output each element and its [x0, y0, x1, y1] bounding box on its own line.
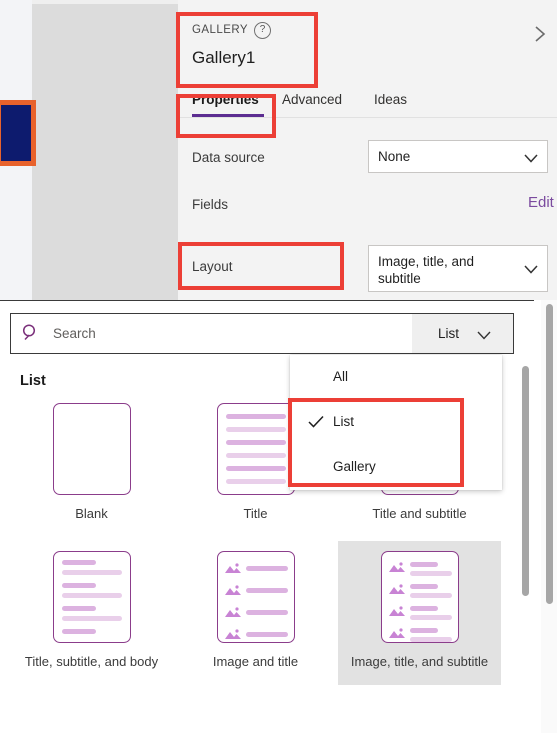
- menu-item-label: Gallery: [333, 459, 376, 474]
- image-icon: [389, 583, 405, 597]
- chevron-down-icon: [523, 151, 539, 169]
- checkmark-icon: [308, 415, 324, 432]
- layout-card-image-title-subtitle[interactable]: Image, title, and subtitle: [338, 541, 501, 685]
- menu-item-all[interactable]: All: [290, 355, 502, 400]
- data-source-value: None: [378, 149, 411, 164]
- tab-properties[interactable]: Properties: [192, 92, 259, 115]
- layout-card-caption: Blank: [75, 506, 108, 521]
- menu-item-gallery[interactable]: Gallery: [290, 445, 502, 490]
- layout-thumbnail: [53, 403, 131, 495]
- layout-dropdown[interactable]: Image, title, and subtitle: [368, 245, 548, 292]
- page-scrollbar-thumb[interactable]: [546, 304, 553, 604]
- question-mark-icon[interactable]: ?: [254, 22, 271, 39]
- layout-card-caption: Image, title, and subtitle: [350, 654, 489, 669]
- fields-edit-link[interactable]: Edit: [528, 194, 554, 211]
- layout-card-blank[interactable]: Blank: [10, 393, 173, 537]
- layout-card-caption: Title, subtitle, and body: [24, 654, 159, 669]
- page-title: Gallery1: [192, 48, 256, 67]
- filter-dropdown-label: List: [438, 326, 460, 341]
- search-icon: [21, 323, 41, 348]
- properties-panel: GALLERY ? Gallery1 Properties Advanced I…: [178, 0, 557, 300]
- tab-advanced[interactable]: Advanced: [282, 92, 342, 115]
- layout-group-heading: List: [20, 373, 46, 389]
- search-row: Search List: [10, 313, 514, 354]
- layout-thumbnail: [217, 403, 295, 495]
- search-input[interactable]: Search: [53, 326, 96, 341]
- layout-card-title-subtitle-body[interactable]: Title, subtitle, and body: [10, 541, 173, 685]
- canvas-screen-area: [32, 4, 178, 300]
- panel-kicker: GALLERY: [192, 24, 248, 36]
- selected-canvas-control[interactable]: [0, 100, 36, 166]
- menu-item-list[interactable]: List: [290, 400, 502, 445]
- image-icon: [225, 606, 241, 620]
- layout-thumbnail: [381, 551, 459, 643]
- layout-thumbnail: [53, 551, 131, 643]
- chevron-right-icon[interactable]: [530, 24, 550, 44]
- filter-dropdown-button[interactable]: List: [412, 314, 513, 353]
- data-source-dropdown[interactable]: None: [368, 140, 548, 173]
- panel-header: GALLERY ? Gallery1: [178, 0, 557, 88]
- filter-dropdown-menu: All List Gallery: [290, 355, 502, 490]
- layout-value: Image, title, and subtitle: [378, 254, 475, 286]
- chevron-down-icon: [523, 262, 539, 280]
- image-icon: [389, 605, 405, 619]
- chevron-down-icon: [476, 328, 492, 346]
- data-source-label: Data source: [192, 150, 265, 165]
- menu-item-label: All: [333, 369, 349, 384]
- image-icon: [225, 562, 241, 576]
- layout-card-caption: Image and title: [212, 654, 299, 669]
- layout-card-caption: Title: [243, 506, 268, 521]
- tab-ideas[interactable]: Ideas: [374, 92, 407, 115]
- panel-tabs: Properties Advanced Ideas: [178, 92, 557, 128]
- layout-card-caption: Title and subtitle: [372, 506, 467, 521]
- image-icon: [225, 628, 241, 642]
- layout-thumbnail: [217, 551, 295, 643]
- image-icon: [225, 584, 241, 598]
- fields-label: Fields: [192, 197, 229, 212]
- dialog-scrollbar-thumb[interactable]: [522, 366, 529, 596]
- image-icon: [389, 561, 405, 575]
- tabs-divider: [178, 117, 557, 118]
- layout-label: Layout: [192, 259, 233, 274]
- active-tab-indicator: [192, 114, 264, 117]
- menu-item-label: List: [333, 414, 355, 429]
- layout-card-image-title[interactable]: Image and title: [174, 541, 337, 685]
- image-icon: [389, 627, 405, 641]
